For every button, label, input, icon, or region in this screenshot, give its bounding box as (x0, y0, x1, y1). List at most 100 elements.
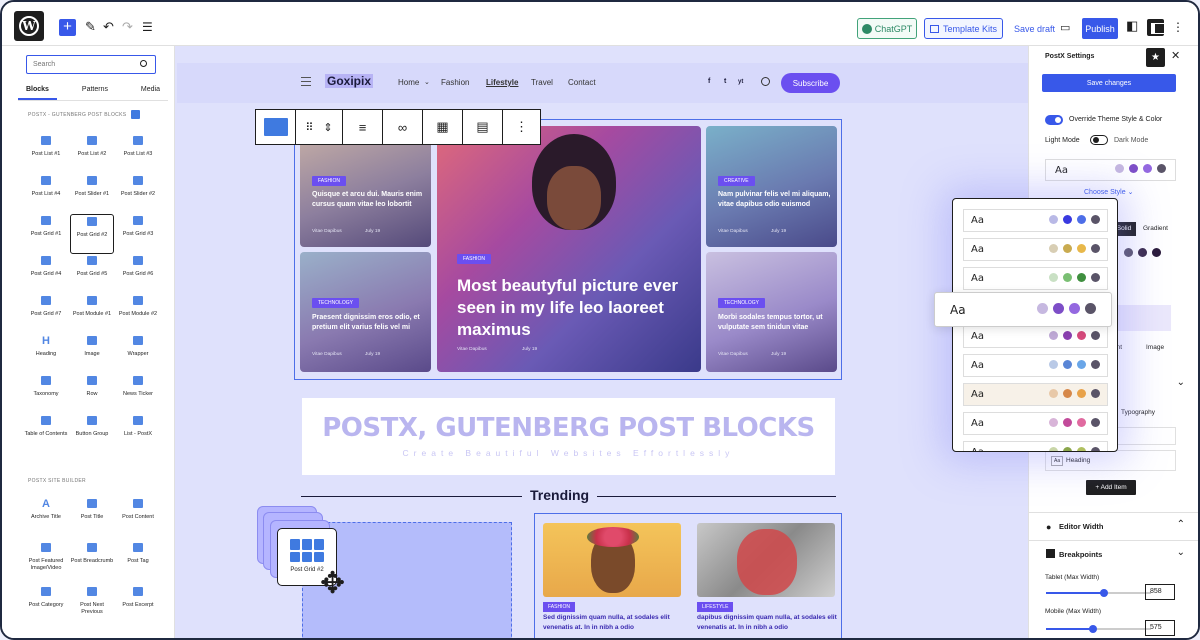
category-badge[interactable]: CREATIVE (718, 176, 755, 186)
post-title[interactable]: Praesent dignissim eros odio, et pretium… (312, 313, 431, 333)
featured-post-title[interactable]: Most beautyful picture ever seen in my l… (457, 275, 681, 341)
site-search-icon[interactable] (761, 77, 770, 86)
block-item-row[interactable]: Row (70, 374, 114, 414)
style-option[interactable]: Aa (963, 354, 1108, 377)
facebook-icon[interactable]: f (708, 78, 710, 85)
save-changes-button[interactable]: Save changes (1042, 74, 1176, 92)
block-item-post-grid-1[interactable]: Post Grid #1 (24, 214, 68, 254)
override-theme-toggle[interactable] (1045, 115, 1063, 125)
star-icon[interactable]: ★ (1146, 48, 1165, 67)
settings-sidebar-toggle-icon[interactable] (1147, 19, 1165, 36)
preview-device-icon[interactable]: ▭ (1060, 20, 1070, 36)
chevron-down-icon[interactable]: ⌄ (1177, 377, 1185, 388)
trending-heading[interactable]: Trending (522, 487, 598, 503)
add-block-button[interactable]: + (59, 19, 76, 36)
block-item-post-module-2[interactable]: Post Module #2 (116, 294, 160, 334)
post-title[interactable]: Nam pulvinar felis vel mi aliquam, vitae… (718, 190, 834, 210)
tab-blocks[interactable]: Blocks (18, 83, 57, 100)
mode-toggle[interactable] (1090, 135, 1108, 145)
block-item-post-category[interactable]: Post Category (24, 585, 68, 625)
mobile-width-slider[interactable] (1046, 625, 1151, 633)
pencil-icon[interactable]: ✎ (85, 19, 96, 35)
subscribe-button[interactable]: Subscribe (781, 73, 840, 93)
tablet-width-input[interactable]: 858 (1145, 584, 1175, 600)
block-item-post-list-2[interactable]: Post List #2 (70, 134, 114, 174)
block-item-post-featured-image-video[interactable]: Post Featured Image/Video (24, 541, 68, 581)
block-type-icon[interactable] (256, 110, 296, 144)
post-card[interactable]: TECHNOLOGY Morbi sodales tempus tortor, … (706, 252, 837, 372)
publish-button[interactable]: Publish (1082, 18, 1118, 39)
layout-icon[interactable]: ▤ (463, 110, 503, 144)
site-logo[interactable]: Goxipix (325, 74, 374, 88)
block-item-list-postx[interactable]: List - PostX (116, 414, 160, 454)
tab-media[interactable]: Media (133, 83, 168, 100)
trending-post-image[interactable] (543, 523, 681, 597)
block-item-post-slider-1[interactable]: Post Slider #1 (70, 174, 114, 214)
chatgpt-button[interactable]: ChatGPT (857, 18, 917, 39)
image-settings-icon[interactable]: ▦ (423, 110, 463, 144)
menu-item-lifestyle[interactable]: Lifestyle (486, 78, 518, 87)
menu-item-fashion[interactable]: Fashion (441, 78, 469, 87)
category-badge[interactable]: FASHION (312, 176, 346, 186)
menu-item-travel[interactable]: Travel (531, 78, 553, 87)
image-option-label[interactable]: Image (1146, 344, 1164, 351)
style-option[interactable]: Aa (963, 238, 1108, 261)
featured-post-card[interactable]: FASHION Most beautyful picture ever seen… (437, 126, 701, 372)
category-badge[interactable]: LIFESTYLE (697, 602, 734, 612)
block-item-post-list-3[interactable]: Post List #3 (116, 134, 160, 174)
post-card[interactable]: TECHNOLOGY Praesent dignissim eros odio,… (300, 252, 431, 372)
style-option[interactable]: Aa (963, 383, 1108, 406)
block-item-post-slider-2[interactable]: Post Slider #2 (116, 174, 160, 214)
block-item-news-ticker[interactable]: News Ticker (116, 374, 160, 414)
block-item-post-grid-5[interactable]: Post Grid #5 (70, 254, 114, 294)
postx-blocks-icon[interactable]: ◧ (1126, 18, 1138, 34)
heading-title[interactable]: POSTX, GUTENBERG POST BLOCKS (302, 413, 835, 443)
category-badge[interactable]: TECHNOLOGY (312, 298, 360, 308)
block-item-post-breadcrumb[interactable]: Post Breadcrumb (70, 541, 114, 581)
block-item-post-list-1[interactable]: Post List #1 (24, 134, 68, 174)
heading-typography-item[interactable]: Aa Heading (1045, 450, 1176, 471)
move-up-down-icon[interactable]: ⇕ (323, 121, 332, 134)
style-option[interactable]: Aa (963, 325, 1108, 348)
more-options-icon[interactable]: ⋮ (1172, 19, 1184, 35)
drag-handle-icon[interactable]: ⠿ (305, 121, 313, 134)
block-item-image[interactable]: Image (70, 334, 114, 374)
block-item-table-of-contents[interactable]: Table of Contents (24, 414, 68, 454)
chevron-up-icon[interactable]: ⌃ (1177, 519, 1185, 530)
post-author[interactable]: Vitae Dapibus (457, 347, 487, 352)
block-item-post-list-4[interactable]: Post List #4 (24, 174, 68, 214)
twitter-icon[interactable]: t (724, 78, 726, 85)
style-option[interactable]: Aa (963, 412, 1108, 435)
category-badge[interactable]: FASHION (543, 602, 575, 612)
category-badge[interactable]: FASHION (457, 254, 491, 264)
post-title[interactable]: Morbi sodales tempus tortor, ut vulputat… (718, 313, 834, 333)
block-item-post-tag[interactable]: Post Tag (116, 541, 160, 581)
add-item-button[interactable]: + Add Item (1086, 480, 1136, 495)
tablet-width-slider[interactable] (1046, 589, 1151, 597)
heading-block[interactable]: POSTX, GUTENBERG POST BLOCKS Create Beau… (302, 398, 835, 475)
block-item-post-content[interactable]: Post Content (116, 497, 160, 537)
menu-item-contact[interactable]: Contact (568, 78, 596, 87)
tab-patterns[interactable]: Patterns (74, 83, 116, 100)
trending-post-title[interactable]: dapibus dignissim quam nulla, at sodales… (697, 613, 837, 633)
block-item-post-module-1[interactable]: Post Module #1 (70, 294, 114, 334)
document-overview-icon[interactable]: ☰ (142, 19, 153, 35)
choose-style-button[interactable]: Choose Style ⌄ (1084, 188, 1133, 196)
block-item-archive-title[interactable]: A Archive Title (24, 497, 68, 537)
post-card[interactable]: CREATIVE Nam pulvinar felis vel mi aliqu… (706, 126, 837, 247)
hamburger-icon[interactable] (301, 77, 311, 86)
style-option[interactable]: Aa (963, 441, 1108, 451)
block-item-wrapper[interactable]: Wrapper (116, 334, 160, 374)
post-author[interactable]: Vitae Dapibus (718, 352, 748, 357)
chevron-down-icon[interactable]: ⌄ (1177, 547, 1185, 558)
block-item-taxonomy[interactable]: Taxonomy (24, 374, 68, 414)
post-author[interactable]: Vitae Dapibus (312, 352, 342, 357)
block-item-post-excerpt[interactable]: Post Excerpt (116, 585, 160, 625)
youtube-icon[interactable]: yt (738, 79, 743, 85)
style-option[interactable]: Aa (963, 267, 1108, 290)
block-item-post-grid-2[interactable]: Post Grid #2 (70, 214, 114, 254)
mobile-width-input[interactable]: 575 (1145, 620, 1175, 636)
heading-subtitle[interactable]: Create Beautiful Websites Effortlessly (302, 448, 835, 458)
trending-post-image[interactable] (697, 523, 835, 597)
style-option[interactable]: Aa (963, 209, 1108, 232)
